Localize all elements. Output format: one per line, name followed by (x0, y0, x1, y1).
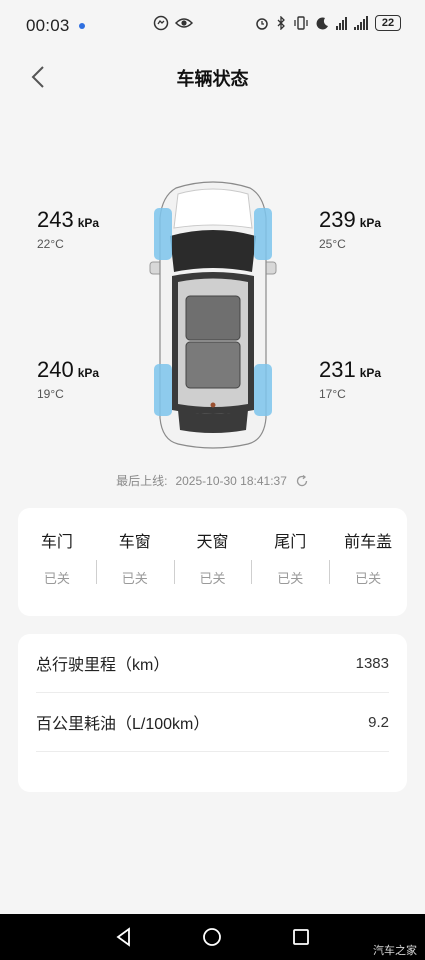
vibrate-icon (294, 16, 308, 30)
door-status-item: 天窗 已关 (173, 528, 252, 616)
alarm-icon (256, 18, 268, 30)
vehicle-stats-card: 总行驶里程（km） 1383 百公里耗油（L/100km） 9.2 (18, 634, 407, 792)
tire-pressure-unit: kPa (359, 216, 382, 230)
recents-square-icon[interactable] (290, 926, 312, 948)
nav-bar: 车辆状态 (0, 55, 425, 99)
tire-pressure-value: 231 (319, 357, 356, 382)
door-state: 已关 (199, 571, 226, 586)
messenger-icon (153, 15, 169, 31)
door-name: 车窗 (118, 534, 151, 551)
tire-temperature: 17°C (319, 387, 346, 401)
tire-pressure-unit: kPa (77, 366, 100, 380)
tire-temperature: 19°C (37, 387, 64, 401)
tire-highlight-front-left (154, 208, 172, 260)
stat-row-mileage: 总行驶里程（km） 1383 (36, 634, 389, 693)
bluetooth-icon (277, 16, 285, 30)
car-top-view-illustration (149, 181, 277, 449)
moon-icon (316, 16, 328, 29)
tire-temperature: 25°C (319, 237, 346, 251)
stat-value: 1383 (355, 654, 389, 672)
tire-pressure-unit: kPa (77, 216, 100, 230)
tire-front-left: 243 kPa 22°C (37, 208, 99, 252)
tire-pressure-value: 243 (37, 207, 74, 232)
door-name: 车门 (40, 534, 73, 551)
door-state: 已关 (121, 571, 148, 586)
status-right-icons: 22 (255, 15, 401, 31)
door-state: 已关 (277, 571, 304, 586)
refresh-icon[interactable] (295, 474, 309, 488)
door-name: 尾门 (274, 534, 307, 551)
door-state: 已关 (43, 571, 70, 586)
status-left-icons (153, 15, 193, 31)
tire-pressure: 240 kPa (37, 358, 99, 385)
tire-rear-left: 240 kPa 19°C (37, 358, 99, 402)
tire-pressure-value: 239 (319, 207, 356, 232)
last-online: 最后上线: 2025-10-30 18:41:37 (0, 472, 425, 489)
stat-label: 总行驶里程（km） (36, 657, 170, 674)
signal-icon (336, 16, 347, 30)
stat-value: 9.2 (368, 713, 389, 731)
battery-icon: 22 (375, 15, 401, 31)
door-name: 前车盖 (344, 534, 393, 551)
tire-rear-right: 231 kPa 17°C (319, 358, 381, 402)
doors-list: 车门 已关 车窗 已关 天窗 已关 尾门 已关 前车盖 已关 (18, 508, 407, 616)
stat-row-fuel-consumption: 百公里耗油（L/100km） 9.2 (36, 693, 389, 752)
tire-highlight-rear-right (254, 364, 272, 416)
tire-temperature: 22°C (37, 237, 64, 251)
tire-pressure: 239 kPa (319, 208, 381, 235)
door-state: 已关 (355, 571, 382, 586)
notification-dot (79, 23, 85, 29)
tire-highlight-rear-left (154, 364, 172, 416)
tire-front-right: 239 kPa 25°C (319, 208, 381, 252)
door-status-item: 车门 已关 (18, 528, 96, 616)
home-circle-icon[interactable] (201, 926, 223, 948)
door-status-item: 前车盖 已关 (329, 528, 407, 616)
door-status-item: 尾门 已关 (251, 528, 329, 616)
last-online-time: 2025-10-30 18:41:37 (175, 473, 287, 488)
stat-label: 百公里耗油（L/100km） (36, 716, 210, 733)
status-bar: 00:03 22 (0, 0, 425, 52)
door-status-item: 车窗 已关 (95, 528, 174, 616)
system-nav-bar: 汽车之家 (0, 914, 425, 960)
door-name: 天窗 (196, 534, 229, 551)
page-title: 车辆状态 (176, 69, 249, 89)
last-online-label: 最后上线: (116, 474, 168, 488)
tire-pressure-value: 240 (37, 357, 74, 382)
tire-pressure: 231 kPa (319, 358, 381, 385)
watermark: 汽车之家 (373, 945, 417, 957)
tire-highlight-front-right (254, 208, 272, 260)
eye-icon (175, 18, 193, 28)
doors-status-card: 车门 已关 车窗 已关 天窗 已关 尾门 已关 前车盖 已关 (18, 508, 407, 616)
tire-pressure-unit: kPa (359, 366, 382, 380)
wifi-icon (354, 16, 368, 30)
tire-pressure: 243 kPa (37, 208, 99, 235)
status-time: 00:03 (26, 16, 70, 35)
back-triangle-icon[interactable] (113, 926, 135, 948)
